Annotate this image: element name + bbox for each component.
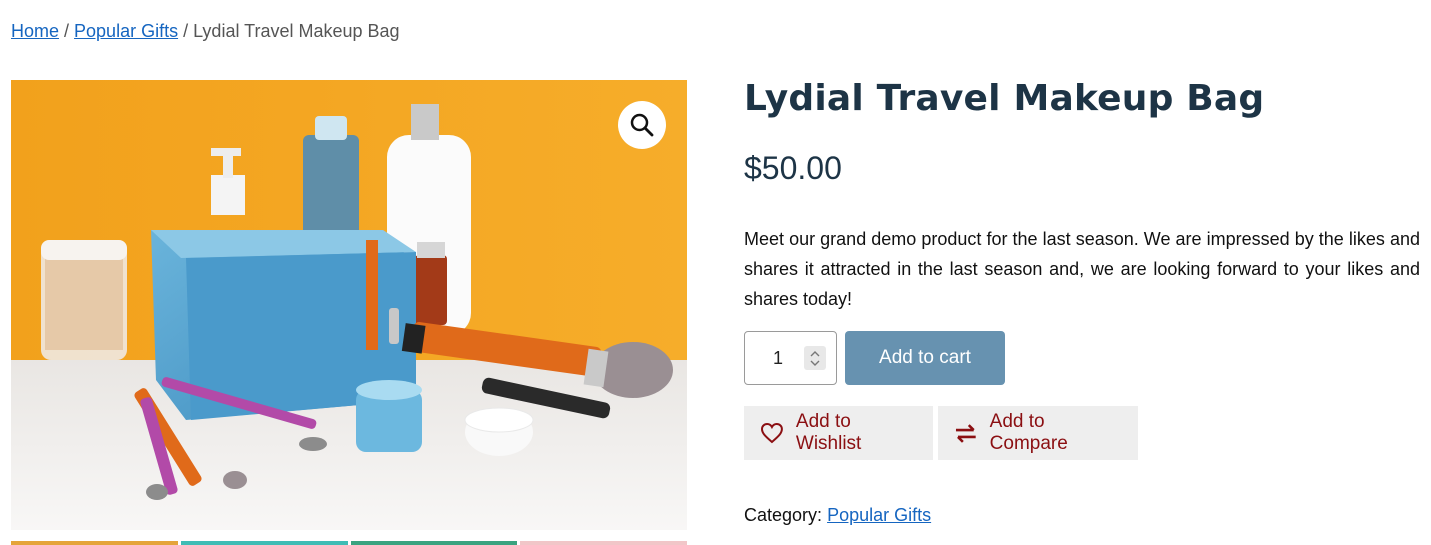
quantity-stepper[interactable]: 1 bbox=[744, 331, 837, 385]
thumbnail[interactable] bbox=[180, 541, 348, 545]
heart-icon bbox=[760, 423, 783, 444]
thumbnail[interactable] bbox=[350, 541, 518, 545]
breadcrumb: Home / Popular Gifts / Lydial Travel Mak… bbox=[11, 21, 400, 42]
chevron-down-icon[interactable] bbox=[810, 360, 820, 366]
add-to-cart-form: 1 Add to cart bbox=[744, 331, 1005, 385]
product-category: Category: Popular Gifts bbox=[744, 505, 931, 526]
breadcrumb-home-link[interactable]: Home bbox=[11, 21, 59, 41]
product-actions: Add to Wishlist Add to Compare bbox=[744, 406, 1138, 460]
category-label: Category: bbox=[744, 505, 823, 525]
quantity-spinner[interactable] bbox=[804, 346, 826, 370]
chevron-up-icon[interactable] bbox=[810, 350, 820, 357]
category-link[interactable]: Popular Gifts bbox=[827, 505, 931, 525]
product-description: Meet our grand demo product for the last… bbox=[744, 229, 1420, 309]
breadcrumb-current: Lydial Travel Makeup Bag bbox=[193, 21, 400, 41]
wishlist-label: Add to Wishlist bbox=[795, 411, 862, 454]
gallery-thumbnails bbox=[11, 541, 687, 545]
product-summary: Lydial Travel Makeup Bag $50.00 Meet our… bbox=[744, 76, 1420, 314]
breadcrumb-category-link[interactable]: Popular Gifts bbox=[74, 21, 178, 41]
add-to-compare-button[interactable]: Add to Compare bbox=[938, 406, 1138, 460]
product-image[interactable] bbox=[11, 80, 687, 530]
search-icon bbox=[630, 113, 654, 137]
quantity-value[interactable]: 1 bbox=[773, 348, 783, 369]
swap-arrows-icon bbox=[955, 424, 976, 443]
add-to-cart-button[interactable]: Add to cart bbox=[845, 331, 1005, 385]
product-photo bbox=[11, 80, 687, 530]
breadcrumb-separator: / bbox=[178, 21, 194, 41]
compare-label: Add to Compare bbox=[989, 411, 1068, 454]
add-to-wishlist-button[interactable]: Add to Wishlist bbox=[744, 406, 933, 460]
zoom-button[interactable] bbox=[618, 101, 666, 149]
breadcrumb-separator: / bbox=[59, 21, 75, 41]
thumbnail[interactable] bbox=[520, 541, 687, 545]
thumbnail[interactable] bbox=[11, 541, 178, 545]
product-title: Lydial Travel Makeup Bag bbox=[744, 78, 1265, 119]
product-price: $50.00 bbox=[744, 150, 842, 186]
